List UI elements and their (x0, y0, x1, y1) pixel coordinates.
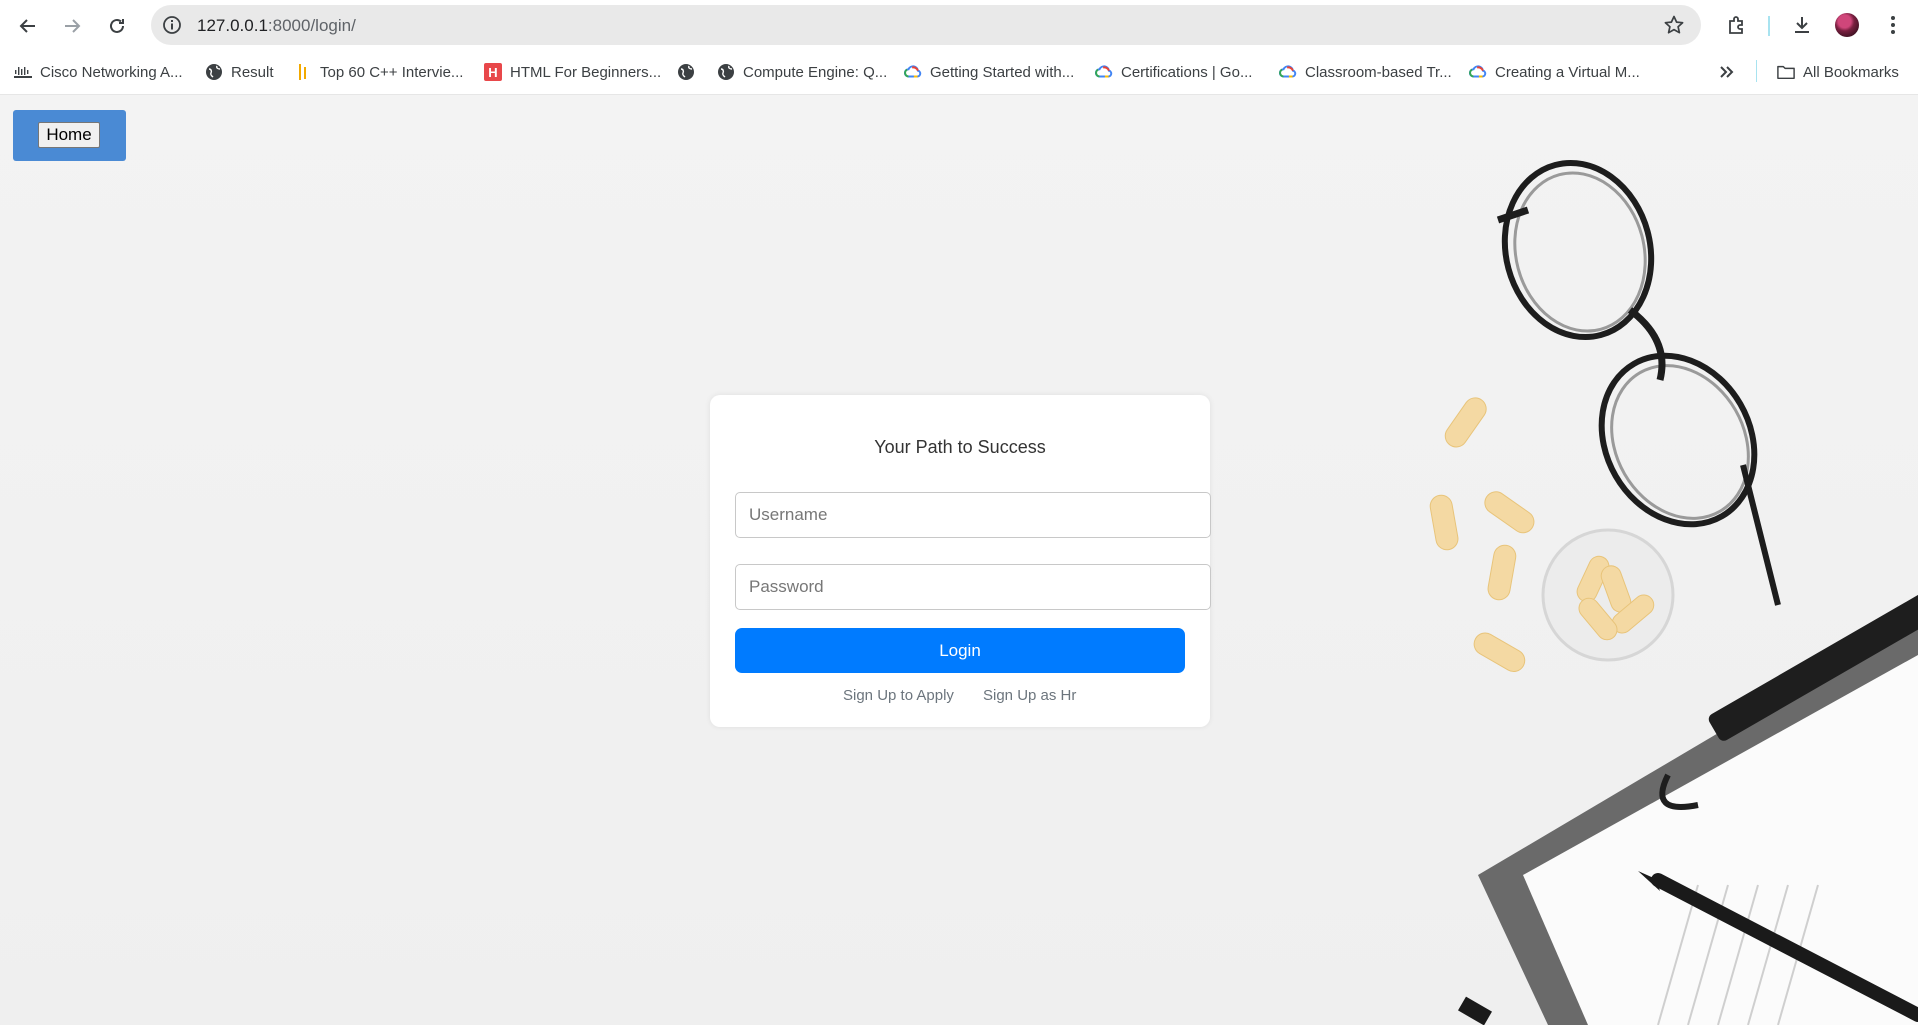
bookmark-label: HTML For Beginners... (510, 63, 662, 81)
globe-icon (717, 63, 735, 81)
bookmarks-divider (1756, 60, 1757, 82)
google-cloud-icon (904, 63, 922, 81)
star-icon[interactable] (1663, 14, 1685, 36)
bookmark-certifications[interactable]: Certifications | Go... (1095, 60, 1252, 84)
bookmark-label: Creating a Virtual M... (1495, 63, 1640, 81)
kebab-menu-icon[interactable] (1880, 12, 1906, 38)
globe-icon (677, 63, 695, 81)
bookmark-label: Result (231, 63, 274, 81)
bookmark-label: Top 60 C++ Intervie... (320, 63, 464, 81)
bookmark-label: Cisco Networking A... (40, 63, 183, 81)
bookmark-compute-engine[interactable]: Compute Engine: Q... (717, 60, 887, 84)
profile-avatar[interactable] (1835, 13, 1859, 37)
login-card-title: Your Path to Success (874, 437, 1046, 457)
login-button[interactable]: Login (735, 628, 1185, 673)
signup-apply-link[interactable]: Sign Up to Apply (843, 687, 954, 704)
back-arrow-icon[interactable] (14, 12, 42, 40)
password-input[interactable] (735, 564, 1211, 610)
bookmark-virtual-machine[interactable]: Creating a Virtual M... (1469, 60, 1640, 84)
bookmark-globe[interactable] (677, 60, 703, 84)
all-bookmarks-button[interactable]: All Bookmarks (1777, 60, 1899, 84)
home-nav-panel: Home (13, 110, 126, 161)
bookmark-label: Classroom-based Tr... (1305, 63, 1452, 81)
cisco-icon (14, 63, 32, 81)
all-bookmarks-label: All Bookmarks (1803, 63, 1899, 81)
bookmark-cpp-interview[interactable]: Top 60 C++ Intervie... (294, 60, 463, 84)
bookmark-label: Certifications | Go... (1121, 63, 1253, 81)
url-host: 127.0.0.1 (197, 16, 268, 35)
url-text[interactable]: 127.0.0.1:8000/login/ (197, 16, 356, 36)
login-card: Your Path to Success Login Sign Up to Ap… (710, 395, 1211, 727)
puzzle-icon[interactable] (1724, 12, 1750, 38)
bookmark-label: Compute Engine: Q... (743, 63, 888, 81)
bookmark-getting-started[interactable]: Getting Started with... (904, 60, 1074, 84)
desk-background-illustration (1429, 159, 1918, 1025)
bookmark-result[interactable]: Result (205, 60, 274, 84)
google-cloud-icon (1469, 63, 1487, 81)
chevron-double-right-icon[interactable] (1717, 60, 1735, 84)
username-input[interactable] (735, 492, 1211, 538)
google-cloud-icon (1095, 63, 1113, 81)
google-cloud-icon (1279, 63, 1297, 81)
bookmark-cisco[interactable]: Cisco Networking A... (14, 60, 183, 84)
download-icon[interactable] (1789, 12, 1815, 38)
reload-icon[interactable] (103, 12, 131, 40)
globe-icon (205, 63, 223, 81)
forward-arrow-icon[interactable] (58, 12, 86, 40)
folder-icon (1777, 63, 1795, 81)
page-viewport: Home Your Path to Success Login Sign Up … (0, 95, 1918, 1025)
bookmark-html-beginners[interactable]: H HTML For Beginners... (484, 60, 661, 84)
toolbar-divider (1768, 16, 1770, 36)
bookmarks-bar: Cisco Networking A... Result Top 60 C++ … (0, 50, 1918, 95)
address-bar[interactable]: 127.0.0.1:8000/login/ (151, 5, 1701, 45)
browser-toolbar: 127.0.0.1:8000/login/ (0, 0, 1918, 50)
svg-text:H: H (488, 65, 497, 80)
home-button[interactable]: Home (38, 122, 100, 148)
bookmark-label: Getting Started with... (930, 63, 1075, 81)
signup-hr-link[interactable]: Sign Up as Hr (983, 687, 1076, 704)
info-icon[interactable] (161, 14, 183, 36)
bookmark-classroom-training[interactable]: Classroom-based Tr... (1279, 60, 1452, 84)
bar-icon (294, 63, 312, 81)
h-logo-icon: H (484, 63, 502, 81)
url-path: :8000/login/ (267, 16, 356, 35)
